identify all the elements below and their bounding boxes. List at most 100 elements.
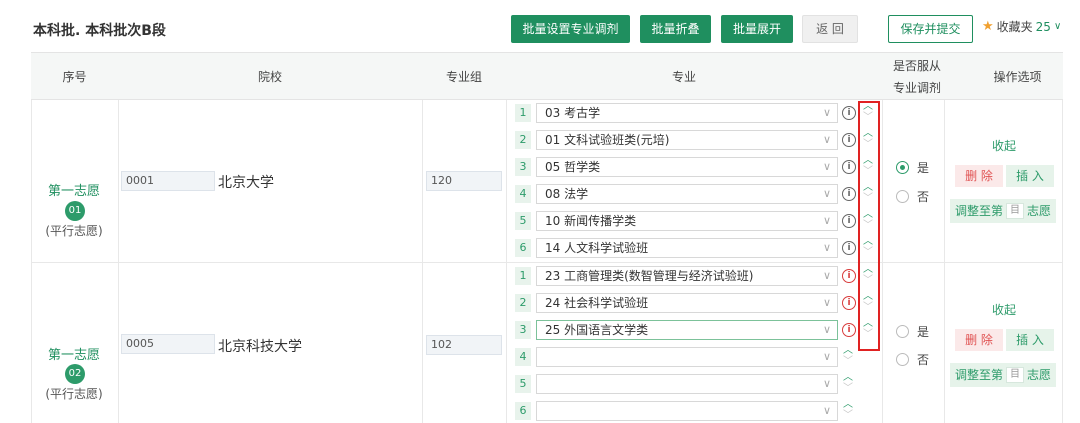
move-prefix: 调整至第 bbox=[954, 368, 1003, 382]
major-index: 6 bbox=[515, 402, 531, 420]
favorites-label: 收藏夹 bbox=[996, 20, 1033, 34]
major-select-value: 01 文科试验班类(元培) bbox=[545, 133, 670, 147]
page-title: 本科批. 本科批次B段 bbox=[33, 23, 166, 39]
radio-empty-icon bbox=[896, 353, 909, 366]
chevron-down-icon: ∨ bbox=[822, 133, 831, 146]
chevron-down-icon: ∨ bbox=[822, 160, 831, 173]
major-index: 4 bbox=[515, 185, 531, 203]
radio-empty-icon bbox=[896, 325, 909, 338]
school-name: 北京大学 bbox=[218, 175, 274, 191]
volunteer-label: 第一志愿 bbox=[47, 184, 100, 199]
info-icon[interactable]: i bbox=[842, 241, 856, 255]
major-select[interactable]: 14 人文科学试验班 ∨ bbox=[536, 238, 838, 258]
collapse-all-button[interactable]: 批量折叠 bbox=[640, 15, 711, 43]
arrow-up-icon[interactable]: ︿ bbox=[842, 373, 854, 383]
move-to-button[interactable]: 调整至第 目 志愿 bbox=[950, 363, 1056, 387]
major-select[interactable]: ∨ bbox=[536, 347, 838, 367]
col-adjust: 是否服从 专业调剂 bbox=[862, 53, 972, 101]
major-index: 1 bbox=[515, 104, 531, 122]
info-icon[interactable]: i bbox=[842, 106, 856, 120]
major-index: 1 bbox=[515, 267, 531, 285]
arrow-down-icon[interactable]: ﹀ bbox=[842, 384, 854, 394]
col-adjust-line2: 专业调剂 bbox=[892, 81, 941, 95]
major-select[interactable]: ∨ bbox=[536, 401, 838, 421]
major-select-value: 24 社会科学试验班 bbox=[545, 296, 649, 310]
chevron-down-icon: ∨ bbox=[822, 323, 831, 336]
move-target-input[interactable]: 目 bbox=[1006, 203, 1024, 219]
table-header: 序号 院校 专业组 专业 是否服从 专业调剂 操作选项 bbox=[31, 52, 1063, 100]
major-select-value: 10 新闻传播学类 bbox=[545, 214, 637, 228]
radio-selected-icon bbox=[896, 161, 909, 174]
school-code-field[interactable]: 0005 bbox=[121, 334, 215, 354]
reorder-arrows[interactable]: ︿ ﹀ bbox=[842, 400, 854, 422]
batch-adjust-button[interactable]: 批量设置专业调剂 bbox=[511, 15, 630, 43]
arrow-down-icon[interactable]: ﹀ bbox=[842, 411, 854, 421]
major-select[interactable]: 24 社会科学试验班 ∨ bbox=[536, 293, 838, 313]
adjust-yes-radio[interactable]: 是 bbox=[896, 323, 929, 340]
back-button[interactable]: 返 回 bbox=[802, 15, 858, 43]
collapse-link[interactable]: 收起 bbox=[992, 301, 1016, 318]
group-code-field[interactable]: 120 bbox=[426, 171, 502, 191]
col-major: 专业 bbox=[671, 70, 696, 84]
major-select[interactable]: 05 哲学类 ∨ bbox=[536, 157, 838, 177]
chevron-down-icon: ∨ bbox=[1053, 21, 1062, 32]
top-bar: 本科批. 本科批次B段 批量设置专业调剂 批量折叠 批量展开 返 回 保存并提交… bbox=[0, 0, 1080, 52]
arrow-up-icon[interactable]: ︿ bbox=[842, 346, 854, 356]
major-select-value: 08 法学 bbox=[545, 187, 589, 201]
major-select[interactable]: 10 新闻传播学类 ∨ bbox=[536, 211, 838, 231]
save-submit-button[interactable]: 保存并提交 bbox=[888, 15, 973, 43]
star-icon: ★ bbox=[982, 19, 994, 34]
insert-button[interactable]: 插 入 bbox=[1006, 165, 1054, 187]
adjust-no-radio[interactable]: 否 bbox=[896, 351, 929, 368]
favorites-dropdown[interactable]: ★ 收藏夹 25 ∨ bbox=[982, 18, 1061, 35]
info-icon[interactable]: i bbox=[842, 214, 856, 228]
expand-all-button[interactable]: 批量展开 bbox=[721, 15, 793, 43]
chevron-down-icon: ∨ bbox=[822, 187, 831, 200]
adjust-yes-radio[interactable]: 是 bbox=[896, 159, 929, 176]
col-school: 院校 bbox=[257, 70, 282, 84]
info-icon[interactable]: i bbox=[842, 269, 856, 283]
reorder-arrows[interactable]: ︿ ﹀ bbox=[842, 373, 854, 395]
move-suffix: 志愿 bbox=[1027, 368, 1052, 382]
info-icon[interactable]: i bbox=[842, 133, 856, 147]
arrow-down-icon[interactable]: ﹀ bbox=[842, 357, 854, 367]
chevron-down-icon: ∨ bbox=[822, 350, 831, 363]
major-select[interactable]: 23 工商管理类(数智管理与经济试验班) ∨ bbox=[536, 266, 838, 286]
major-select-value: 23 工商管理类(数智管理与经济试验班) bbox=[545, 269, 754, 283]
arrow-up-icon[interactable]: ︿ bbox=[842, 400, 854, 410]
insert-button[interactable]: 插 入 bbox=[1006, 329, 1054, 351]
adjust-no-radio[interactable]: 否 bbox=[896, 188, 929, 205]
major-index: 2 bbox=[515, 294, 531, 312]
major-select-value: 03 考古学 bbox=[545, 106, 601, 120]
delete-button[interactable]: 删 除 bbox=[955, 329, 1003, 351]
volunteer-badge: 02 bbox=[65, 364, 85, 384]
collapse-link[interactable]: 收起 bbox=[992, 137, 1016, 154]
highlight-frame bbox=[858, 101, 880, 351]
major-select[interactable]: 03 考古学 ∨ bbox=[536, 103, 838, 123]
volunteer-type: (平行志愿) bbox=[45, 224, 103, 238]
major-index: 2 bbox=[515, 131, 531, 149]
info-icon[interactable]: i bbox=[842, 296, 856, 310]
major-index: 4 bbox=[515, 348, 531, 366]
chevron-down-icon: ∨ bbox=[822, 296, 831, 309]
major-select[interactable]: 25 外国语言文学类 ∨ bbox=[536, 320, 838, 340]
reorder-arrows[interactable]: ︿ ﹀ bbox=[842, 346, 854, 368]
info-icon[interactable]: i bbox=[842, 160, 856, 174]
major-select[interactable]: 01 文科试验班类(元培) ∨ bbox=[536, 130, 838, 150]
major-select[interactable]: 08 法学 ∨ bbox=[536, 184, 838, 204]
info-icon[interactable]: i bbox=[842, 187, 856, 201]
move-target-input[interactable]: 目 bbox=[1006, 367, 1024, 383]
radio-empty-icon bbox=[896, 190, 909, 203]
move-suffix: 志愿 bbox=[1027, 204, 1052, 218]
school-code-field[interactable]: 0001 bbox=[121, 171, 215, 191]
volunteer-label: 第一志愿 bbox=[47, 348, 100, 363]
move-to-button[interactable]: 调整至第 目 志愿 bbox=[950, 199, 1056, 223]
info-icon[interactable]: i bbox=[842, 323, 856, 337]
volunteer-badge: 01 bbox=[65, 201, 85, 221]
chevron-down-icon: ∨ bbox=[822, 106, 831, 119]
major-select[interactable]: ∨ bbox=[536, 374, 838, 394]
chevron-down-icon: ∨ bbox=[822, 269, 831, 282]
col-adjust-line1: 是否服从 bbox=[892, 59, 941, 73]
delete-button[interactable]: 删 除 bbox=[955, 165, 1003, 187]
group-code-field[interactable]: 102 bbox=[426, 335, 502, 355]
